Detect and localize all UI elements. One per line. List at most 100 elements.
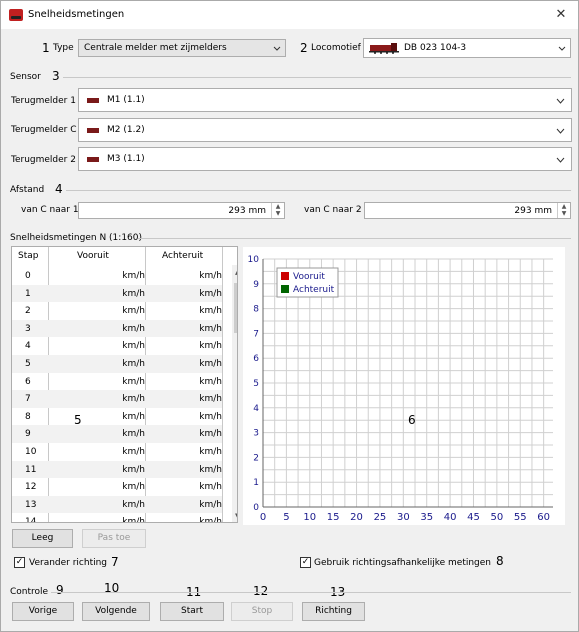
type-label: Type — [53, 43, 74, 53]
table-row[interactable]: 0 km/h km/h — [12, 267, 222, 285]
table-row[interactable]: 8 km/h km/h — [12, 408, 222, 426]
sensor-c-label: Terugmelder C — [11, 125, 77, 135]
sensor-2-select[interactable]: M3 (1.1) — [78, 147, 572, 171]
start-button[interactable]: Start — [160, 602, 224, 621]
forward-speed-cell[interactable]: km/h — [122, 324, 145, 334]
forward-speed-cell[interactable]: km/h — [122, 447, 145, 457]
backward-speed-cell[interactable]: km/h — [199, 517, 222, 522]
spinner-up-icon[interactable]: ▲ — [558, 203, 570, 210]
close-button[interactable]: ✕ — [551, 6, 571, 24]
backward-speed-cell[interactable]: km/h — [199, 271, 222, 281]
step-cell: 2 — [25, 306, 31, 317]
forward-speed-cell[interactable]: km/h — [122, 271, 145, 281]
table-row[interactable]: 10 km/h km/h — [12, 443, 222, 461]
spinner-buttons[interactable]: ▲ ▼ — [271, 203, 284, 218]
backward-speed-cell[interactable]: km/h — [199, 324, 222, 334]
table-row[interactable]: 5 km/h km/h — [12, 355, 222, 373]
backward-speed-cell[interactable]: km/h — [199, 482, 222, 492]
backward-speed-cell[interactable]: km/h — [199, 289, 222, 299]
forward-speed-cell[interactable]: km/h — [122, 359, 145, 369]
step-cell: 8 — [25, 411, 31, 422]
sensor-1-select[interactable]: M1 (1.1) — [78, 88, 572, 112]
table-row[interactable]: 11 km/h km/h — [12, 460, 222, 479]
measurements-group-label: Snelheidsmetingen N (1:160) — [10, 233, 143, 243]
spinner-down-icon[interactable]: ▼ — [558, 210, 570, 217]
forward-speed-cell[interactable]: km/h — [122, 500, 145, 510]
scroll-down-icon[interactable]: ▼ — [235, 512, 237, 520]
distance-group-label: Afstand — [10, 185, 45, 195]
spinner-buttons[interactable]: ▲ ▼ — [557, 203, 570, 218]
forward-speed-cell[interactable]: km/h — [122, 289, 145, 299]
forward-speed-cell[interactable]: km/h — [122, 429, 145, 439]
table-row[interactable]: 9 km/h km/h — [12, 425, 222, 443]
spinner-up-icon[interactable]: ▲ — [272, 203, 284, 210]
distance-left-label: van C naar 1 — [21, 205, 79, 215]
sensor-c-select[interactable]: M2 (1.2) — [78, 118, 572, 142]
distance-right-value: 293 mm — [514, 206, 552, 216]
callout-8: 8 — [496, 554, 504, 568]
table-row[interactable]: 14 km/h km/h — [12, 513, 222, 522]
y-tick-label: 5 — [253, 379, 259, 389]
previous-button[interactable]: Vorige — [12, 602, 74, 621]
forward-speed-cell[interactable]: km/h — [122, 412, 145, 422]
forward-speed-cell[interactable]: km/h — [122, 465, 145, 475]
distance-left-spinner[interactable]: 293 mm ▲ ▼ — [78, 202, 285, 219]
distance-right-spinner[interactable]: 293 mm ▲ ▼ — [364, 202, 571, 219]
backward-speed-cell[interactable]: km/h — [199, 429, 222, 439]
table-row[interactable]: 3 km/h km/h — [12, 319, 222, 338]
x-tick-label: 10 — [303, 512, 316, 523]
table-row[interactable]: 2 km/h km/h — [12, 302, 222, 320]
backward-speed-cell[interactable]: km/h — [199, 359, 222, 369]
table-scrollbar[interactable]: ▲ ▼ — [232, 265, 237, 522]
backward-speed-cell[interactable]: km/h — [199, 412, 222, 422]
y-tick-label: 4 — [253, 404, 259, 414]
next-button[interactable]: Volgende — [82, 602, 150, 621]
locomotive-select[interactable]: DB 023 104-3 — [363, 38, 571, 58]
forward-speed-cell[interactable]: km/h — [122, 306, 145, 316]
callout-7: 7 — [111, 555, 119, 569]
direction-button[interactable]: Richting — [302, 602, 365, 621]
callout-3: 3 — [52, 69, 60, 83]
locomotive-icon — [369, 43, 399, 54]
backward-speed-cell[interactable]: km/h — [199, 341, 222, 351]
forward-speed-cell[interactable]: km/h — [122, 482, 145, 492]
backward-speed-cell[interactable]: km/h — [199, 500, 222, 510]
backward-speed-cell[interactable]: km/h — [199, 394, 222, 404]
callout-9: 9 — [56, 583, 64, 597]
spinner-down-icon[interactable]: ▼ — [272, 210, 284, 217]
step-cell: 13 — [25, 499, 37, 510]
change-direction-checkbox[interactable]: ✓ — [14, 557, 25, 568]
scroll-thumb[interactable] — [234, 283, 237, 333]
y-tick-label: 0 — [253, 503, 259, 513]
forward-speed-cell[interactable]: km/h — [122, 341, 145, 351]
forward-speed-cell[interactable]: km/h — [122, 517, 145, 522]
forward-speed-cell[interactable]: km/h — [122, 394, 145, 404]
table-row[interactable]: 12 km/h km/h — [12, 478, 222, 496]
table-row[interactable]: 6 km/h km/h — [12, 373, 222, 391]
stop-button[interactable]: Stop — [231, 602, 293, 621]
forward-speed-cell[interactable]: km/h — [122, 377, 145, 387]
clear-button[interactable]: Leeg — [12, 529, 73, 548]
locomotive-app-icon — [9, 9, 23, 21]
sensor-color-swatch — [87, 157, 99, 162]
sensor-1-value: M1 (1.1) — [107, 95, 145, 105]
backward-speed-cell[interactable]: km/h — [199, 377, 222, 387]
backward-speed-cell[interactable]: km/h — [199, 306, 222, 316]
backward-speed-cell[interactable]: km/h — [199, 447, 222, 457]
apply-button[interactable]: Pas toe — [82, 529, 146, 548]
chevron-down-icon — [556, 157, 565, 163]
step-cell: 12 — [25, 482, 37, 493]
callout-6: 6 — [408, 413, 416, 427]
x-tick-label: 30 — [397, 512, 410, 523]
x-tick-label: 25 — [374, 512, 387, 523]
backward-speed-cell[interactable]: km/h — [199, 465, 222, 475]
table-row[interactable]: 13 km/h km/h — [12, 495, 222, 514]
type-select[interactable]: Centrale melder met zijmelders — [78, 39, 286, 57]
table-row[interactable]: 7 km/h km/h — [12, 390, 222, 408]
direction-dependent-checkbox[interactable]: ✓ — [300, 557, 311, 568]
x-tick-label: 45 — [467, 512, 480, 523]
x-tick-label: 15 — [327, 512, 340, 523]
table-row[interactable]: 1 km/h km/h — [12, 284, 222, 303]
scroll-up-icon[interactable]: ▲ — [235, 268, 237, 276]
table-row[interactable]: 4 km/h km/h — [12, 337, 222, 355]
